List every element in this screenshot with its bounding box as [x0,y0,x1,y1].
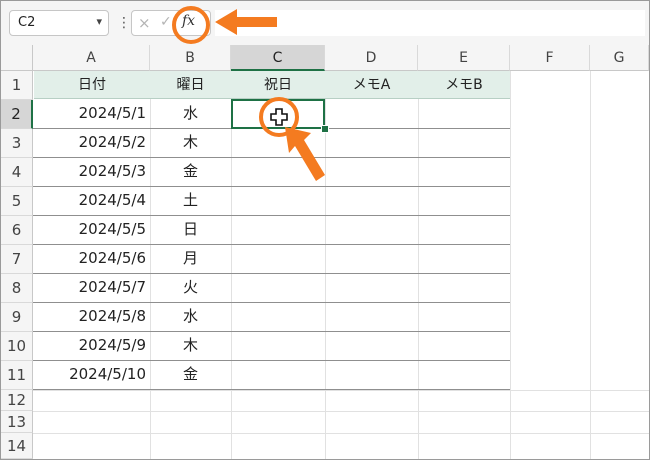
arrow-annotation-cell [285,127,325,181]
table-cell-weekday[interactable]: 火 [150,273,231,302]
table-cell-weekday[interactable]: 金 [150,157,231,186]
table-cell-weekday[interactable]: 金 [150,360,231,389]
row-header-10[interactable]: 10 [1,332,33,361]
table-cell-weekday[interactable]: 土 [150,186,231,215]
excel-window: C2 ▾ ⋮ × ✓ fx A B C D E F G 1 2 3 4 5 6 … [0,0,650,460]
cancel-icon[interactable]: × [138,14,151,32]
column-header-g[interactable]: G [590,45,649,71]
select-all-corner[interactable] [1,45,33,71]
table-header-memo-a[interactable]: メモA [325,71,418,99]
chevron-down-icon[interactable]: ▾ [96,15,102,28]
row-header-6[interactable]: 6 [1,216,33,245]
table-cell-date[interactable]: 2024/5/6 [34,244,146,273]
table-cell-date[interactable]: 2024/5/7 [34,273,146,302]
row-header-7[interactable]: 7 [1,245,33,274]
table-cell-date[interactable]: 2024/5/4 [34,186,146,215]
table-header-memo-b[interactable]: メモB [418,71,510,99]
table-cell-date[interactable]: 2024/5/2 [34,128,146,157]
table-cell-weekday[interactable]: 木 [150,128,231,157]
table-header-holiday[interactable]: 祝日 [231,71,325,99]
column-header-c[interactable]: C [231,45,325,71]
row-header-9[interactable]: 9 [1,303,33,332]
row-header-3[interactable]: 3 [1,129,33,158]
formula-bar: C2 ▾ ⋮ × ✓ fx [1,1,649,46]
row-header-12[interactable]: 12 [1,390,33,411]
highlight-circle-fx [172,6,210,44]
table-header-date[interactable]: 日付 [34,71,150,99]
table-cell-weekday[interactable]: 水 [150,99,231,128]
row-header-2[interactable]: 2 [1,100,33,129]
row-header-14[interactable]: 14 [1,433,33,459]
table-cell-date[interactable]: 2024/5/8 [34,302,146,331]
row-header-1[interactable]: 1 [1,71,33,100]
row-header-4[interactable]: 4 [1,158,33,187]
row-header-5[interactable]: 5 [1,187,33,216]
table-cell-weekday[interactable]: 日 [150,215,231,244]
table-cell-date[interactable]: 2024/5/1 [34,99,146,128]
column-header-b[interactable]: B [150,45,231,71]
column-header-d[interactable]: D [325,45,418,71]
table-cell-date[interactable]: 2024/5/9 [34,331,146,360]
row-header-13[interactable]: 13 [1,411,33,433]
column-header-a[interactable]: A [33,45,150,71]
table-cell-date[interactable]: 2024/5/5 [34,215,146,244]
enter-icon[interactable]: ✓ [160,14,172,30]
name-box-value: C2 [18,15,36,30]
table-header-weekday[interactable]: 曜日 [150,71,231,99]
formula-input[interactable] [215,10,645,36]
row-header-11[interactable]: 11 [1,361,33,390]
table-cell-weekday[interactable]: 月 [150,244,231,273]
table-cell-weekday[interactable]: 木 [150,331,231,360]
column-header-e[interactable]: E [418,45,510,71]
more-options-icon[interactable]: ⋮ [117,13,131,33]
table-cell-date[interactable]: 2024/5/10 [34,360,146,389]
table-cell-weekday[interactable]: 水 [150,302,231,331]
table-cell-date[interactable]: 2024/5/3 [34,157,146,186]
name-box[interactable]: C2 ▾ [9,10,109,36]
row-header-8[interactable]: 8 [1,274,33,303]
column-header-f[interactable]: F [510,45,590,71]
arrow-annotation-fx [215,9,277,35]
